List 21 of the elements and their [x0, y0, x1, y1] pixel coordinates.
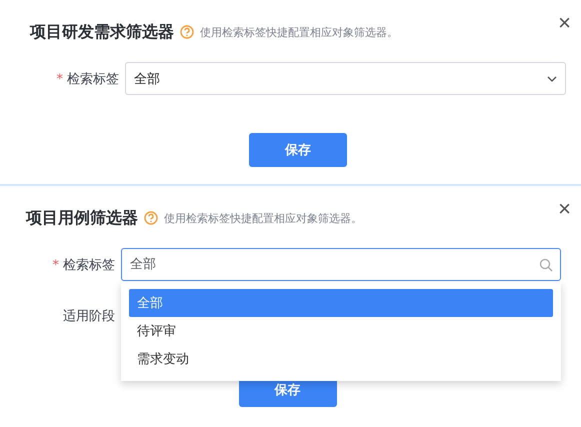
field-label-text: 检索标签	[67, 72, 119, 86]
close-button[interactable]: ×	[558, 12, 571, 34]
required-mark: *	[52, 258, 59, 272]
dialog-title: 项目用例筛选器	[26, 208, 138, 228]
field-label-text: 检索标签	[63, 258, 115, 272]
hint-text: 使用检索标签快捷配置相应对象筛选器。	[164, 210, 362, 226]
close-button[interactable]: ×	[558, 198, 571, 220]
dropdown-option[interactable]: 全部	[129, 289, 553, 317]
dropdown-option[interactable]: 需求变动	[129, 345, 553, 373]
help-icon	[144, 211, 158, 225]
save-button[interactable]: 保存	[249, 133, 347, 167]
dropdown-option[interactable]: 待评审	[129, 317, 553, 345]
chevron-down-icon	[547, 76, 557, 82]
hint-text: 使用检索标签快捷配置相应对象筛选器。	[200, 24, 398, 40]
select-field[interactable]: 全部	[125, 62, 566, 95]
dialog-title: 项目研发需求筛选器	[30, 22, 174, 42]
search-icon	[539, 258, 553, 272]
search-field[interactable]: 全部	[121, 248, 561, 281]
help-icon	[180, 25, 194, 39]
field-label-text: 适用阶段	[63, 308, 115, 324]
required-mark: *	[56, 72, 63, 86]
